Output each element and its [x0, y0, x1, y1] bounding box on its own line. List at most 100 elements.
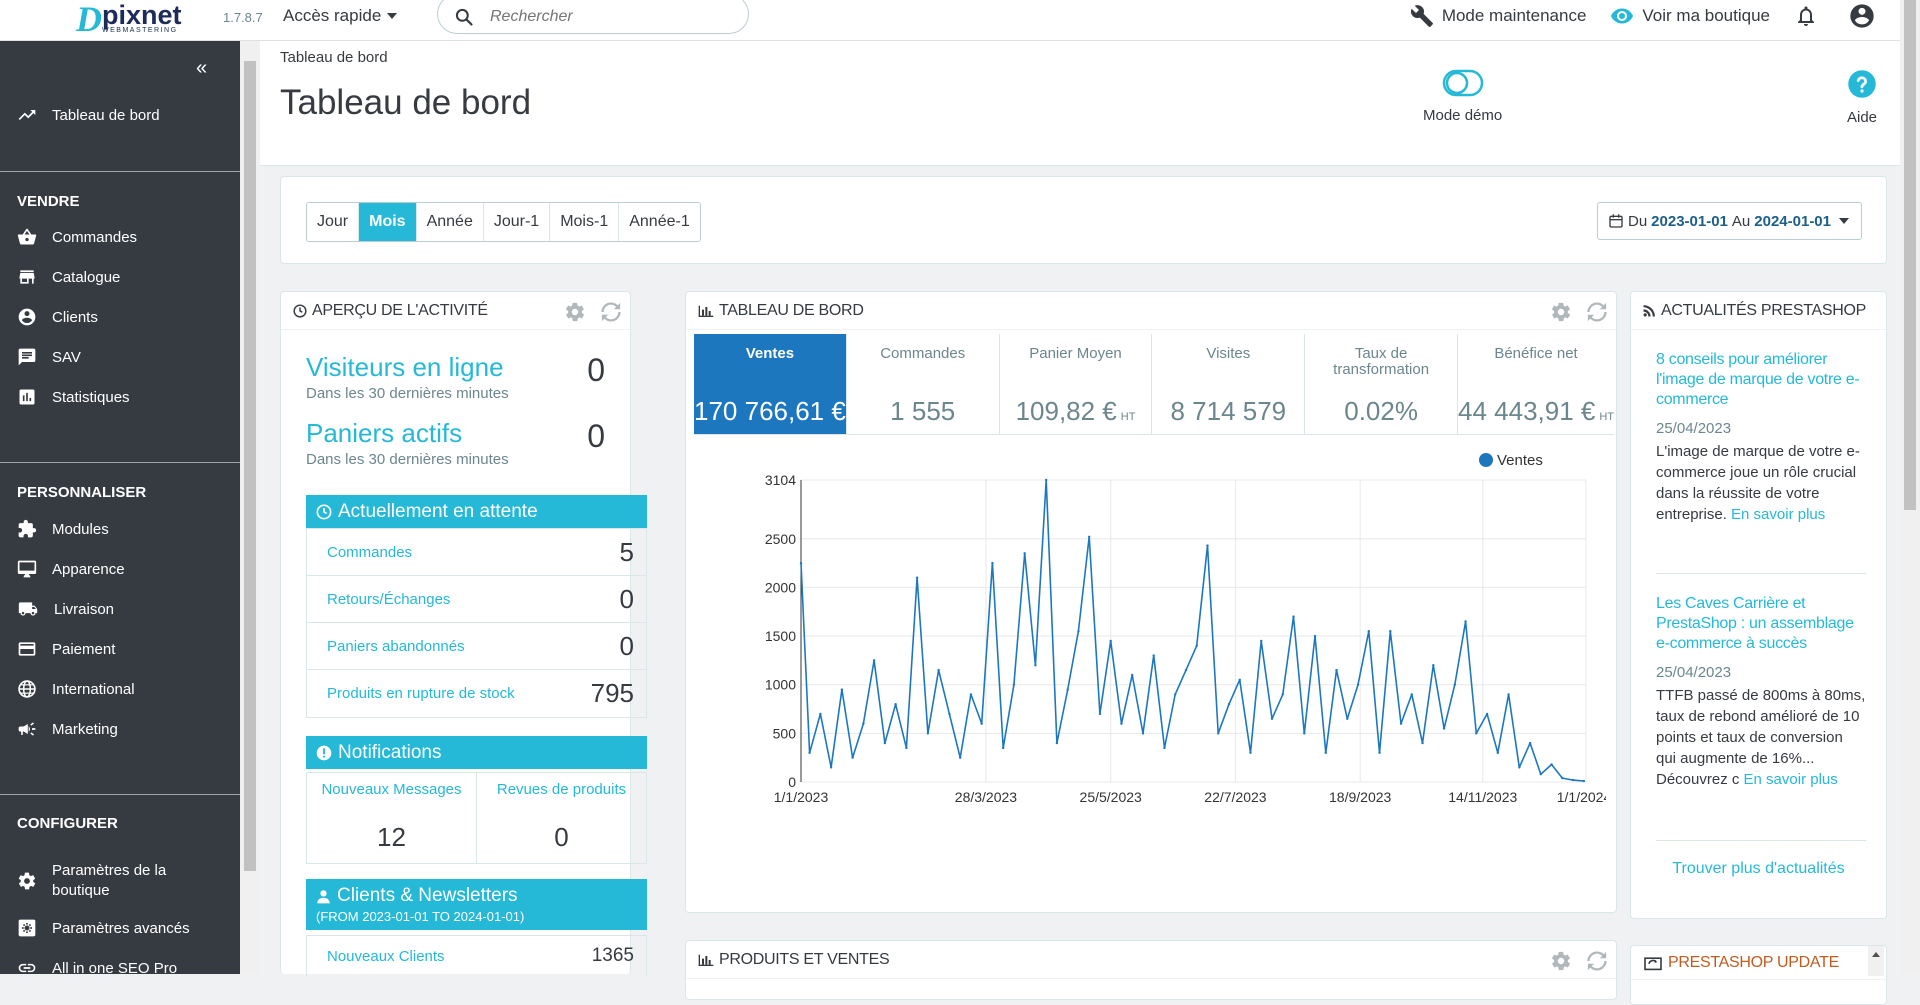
news-item: Les Caves Carrière et PrestaShop : un as… — [1656, 594, 1866, 790]
breadcrumb[interactable]: Tableau de bord — [280, 49, 388, 66]
scrollbar-thumb[interactable] — [244, 61, 256, 871]
y-tick-label: 0 — [788, 774, 796, 790]
product-reviews-link[interactable]: Revues de produits — [497, 781, 626, 798]
refresh-icon[interactable] — [1586, 301, 1608, 323]
active-carts-subtitle: Dans les 30 dernières minutes — [306, 451, 509, 468]
demo-mode-toggle[interactable]: Mode démo — [1423, 69, 1502, 124]
scroll-up-icon[interactable] — [1872, 952, 1880, 957]
period-prev-year-button[interactable]: Année-1 — [619, 203, 700, 241]
news-read-more-link[interactable]: En savoir plus — [1731, 506, 1825, 523]
kpi-visits[interactable]: Visites 8 714 579 — [1152, 334, 1306, 434]
pending-orders-link[interactable]: Commandes — [327, 544, 412, 561]
notifications-button[interactable] — [1794, 4, 1818, 28]
page-scrollbar[interactable] — [1900, 0, 1920, 974]
new-messages-link[interactable]: Nouveaux Messages — [321, 781, 461, 798]
sidebar-item-appearance[interactable]: Apparence — [17, 559, 237, 579]
period-prev-day-button[interactable]: Jour-1 — [483, 203, 551, 241]
returns-link[interactable]: Retours/Échanges — [327, 591, 450, 608]
list-item: Nouveaux Clients 1365 — [307, 936, 646, 976]
store-icon — [19, 270, 35, 284]
refresh-icon[interactable] — [600, 301, 622, 323]
news-read-more-link[interactable]: En savoir plus — [1744, 771, 1838, 788]
megaphone-icon — [18, 722, 36, 736]
kpi-average-cart[interactable]: Panier Moyen 109,82 € HT — [1000, 334, 1153, 434]
sidebar-item-orders[interactable]: Commandes — [17, 227, 237, 247]
gear-icon[interactable] — [1550, 301, 1572, 323]
info-circle-icon — [316, 745, 332, 760]
search-box[interactable] — [437, 0, 749, 34]
kpi-label: Taux de transformation — [1333, 345, 1430, 378]
period-button-group: Jour Mois Année Jour-1 Mois-1 Année-1 — [306, 202, 701, 242]
clock-icon — [316, 504, 332, 519]
sidebar-item-shop-parameters[interactable]: Paramètres de la boutique — [17, 861, 237, 901]
kpi-orders[interactable]: Commandes 1 555 — [847, 334, 1000, 434]
sidebar-item-seo[interactable]: All in one SEO Pro — [17, 958, 237, 978]
out-of-stock-value: 795 — [590, 678, 634, 708]
help-circle-icon — [1848, 70, 1876, 98]
new-messages-cell: Nouveaux Messages 12 — [307, 773, 477, 863]
kpi-sales[interactable]: Ventes 170 766,61 € — [694, 334, 847, 434]
period-prev-month-button[interactable]: Mois-1 — [550, 203, 620, 241]
sidebar-item-label: Commandes — [52, 228, 138, 246]
more-news-link[interactable]: Trouver plus d'actualités — [1631, 860, 1886, 878]
refresh-icon[interactable] — [1586, 950, 1608, 972]
data-point — [1152, 654, 1155, 657]
gear-icon[interactable] — [1550, 950, 1572, 972]
collapse-sidebar-icon[interactable]: « — [196, 57, 207, 80]
demo-mode-label: Mode démo — [1423, 107, 1503, 124]
help-button[interactable]: Aide — [1847, 69, 1877, 126]
x-tick-label: 14/11/2023 — [1448, 789, 1517, 805]
data-point — [1087, 535, 1091, 539]
sidebar-item-shipping[interactable]: Livraison — [17, 599, 237, 619]
sidebar-item-customer-service[interactable]: SAV — [17, 347, 237, 367]
kpi-conversion[interactable]: Taux de transformation 0.02% — [1305, 334, 1458, 434]
quick-access-dropdown[interactable]: Accès rapide — [283, 6, 398, 26]
maintenance-mode-link[interactable]: Mode maintenance — [1410, 4, 1586, 28]
sidebar-item-marketing[interactable]: Marketing — [17, 719, 237, 739]
news-item-title[interactable]: Les Caves Carrière et PrestaShop : un as… — [1656, 594, 1866, 654]
clock-icon — [293, 303, 307, 318]
online-visitors-link[interactable]: Visiteurs en ligne — [306, 352, 615, 383]
kpi-net-profit[interactable]: Bénéfice net 44 443,91 € HT — [1458, 334, 1614, 434]
shop-logo[interactable]: D pixnet WEBMASTERING — [76, 0, 182, 38]
period-year-button[interactable]: Année — [416, 203, 484, 241]
x-tick-label: 22/7/2023 — [1204, 789, 1266, 805]
sidebar-scrollbar[interactable] — [240, 41, 260, 974]
sidebar-item-stats[interactable]: Statistiques — [17, 387, 237, 407]
sidebar-item-modules[interactable]: Modules — [17, 519, 237, 539]
scrollbar-thumb[interactable] — [1904, 0, 1916, 510]
out-of-stock-link[interactable]: Produits en rupture de stock — [327, 685, 515, 702]
search-input[interactable] — [490, 8, 710, 26]
bell-icon — [1798, 6, 1814, 26]
sidebar-item-label: Marketing — [52, 720, 118, 738]
data-point — [1421, 741, 1424, 745]
sidebar-item-international[interactable]: International — [17, 679, 237, 699]
view-shop-link[interactable]: Voir ma boutique — [1610, 4, 1770, 28]
abandoned-carts-link[interactable]: Paniers abandonnés — [327, 638, 465, 655]
active-carts-link[interactable]: Paniers actifs — [306, 418, 615, 449]
new-clients-link[interactable]: Nouveaux Clients — [327, 948, 445, 965]
data-point — [872, 659, 876, 662]
logo-name: pixnet — [102, 0, 182, 30]
monitor-icon — [17, 560, 37, 578]
date-range-picker[interactable]: Du 2023-01-01 Au 2024-01-01 — [1596, 202, 1862, 240]
sidebar-item-catalog[interactable]: Catalogue — [17, 267, 237, 287]
period-day-button[interactable]: Jour — [307, 203, 360, 241]
sidebar-item-customers[interactable]: Clients — [17, 307, 237, 327]
sidebar-item-dashboard[interactable]: Tableau de bord — [17, 105, 237, 125]
gear-icon[interactable] — [564, 301, 586, 323]
data-point — [1561, 776, 1564, 780]
news-item-title[interactable]: 8 conseils pour améliorer l'image de mar… — [1656, 350, 1866, 410]
search-icon[interactable] — [454, 7, 474, 27]
data-point — [1034, 664, 1037, 667]
quick-access-label: Accès rapide — [283, 6, 382, 25]
account-button[interactable] — [1848, 2, 1876, 30]
sidebar-item-advanced-parameters[interactable]: Paramètres avancés — [17, 918, 237, 938]
sidebar-item-payment[interactable]: Paiement — [17, 639, 237, 659]
panel-scrollbar[interactable] — [1868, 946, 1884, 976]
period-month-button[interactable]: Mois — [359, 203, 417, 241]
logo-subtitle: WEBMASTERING — [102, 27, 178, 34]
data-point — [1077, 629, 1080, 633]
data-point — [969, 693, 973, 696]
data-point — [1367, 629, 1370, 633]
